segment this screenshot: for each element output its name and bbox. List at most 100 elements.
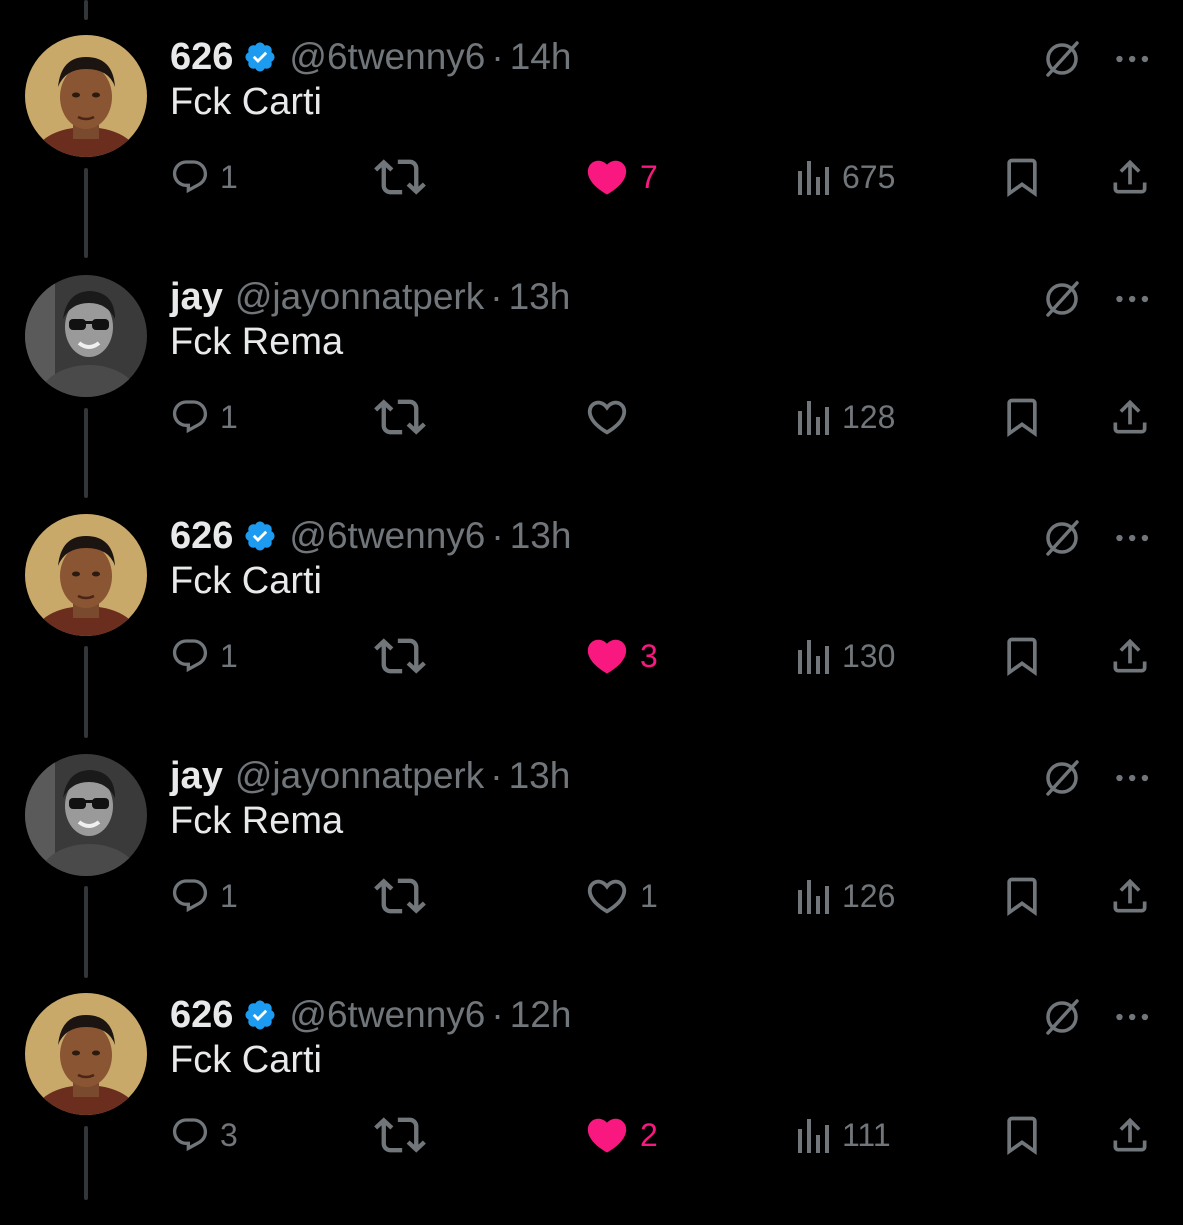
tweet[interactable]: jay @jayonnatperk · 13h Fck Rema xyxy=(0,267,1183,507)
action-bar: 1 128 xyxy=(0,387,1183,447)
views-button[interactable]: 675 xyxy=(796,147,895,207)
like-button[interactable]: 1 xyxy=(584,866,658,926)
bookmark-button[interactable] xyxy=(1000,387,1044,447)
grok-icon[interactable] xyxy=(1040,277,1084,321)
bookmark-icon xyxy=(1000,634,1044,678)
heart-icon xyxy=(584,1112,630,1158)
avatar[interactable] xyxy=(25,514,147,636)
share-icon xyxy=(1108,874,1152,918)
action-bar: 1 3 130 xyxy=(0,626,1183,686)
bookmark-button[interactable] xyxy=(1000,147,1044,207)
repost-icon xyxy=(374,870,426,922)
display-name[interactable]: 626 xyxy=(170,36,233,79)
bookmark-icon xyxy=(1000,874,1044,918)
share-button[interactable] xyxy=(1108,626,1152,686)
timestamp[interactable]: 13h xyxy=(509,276,571,318)
timestamp[interactable]: 13h xyxy=(509,755,571,797)
views-icon xyxy=(796,636,832,676)
timestamp[interactable]: 12h xyxy=(510,994,572,1036)
reply-button[interactable]: 1 xyxy=(170,387,238,447)
more-icon[interactable] xyxy=(1112,997,1156,1037)
like-button[interactable]: 7 xyxy=(584,147,658,207)
bookmark-button[interactable] xyxy=(1000,626,1044,686)
more-icon[interactable] xyxy=(1112,758,1156,798)
user-handle[interactable]: @6twenny6 xyxy=(289,994,485,1036)
display-name[interactable]: jay xyxy=(170,276,223,319)
user-handle[interactable]: @6twenny6 xyxy=(289,36,485,78)
reply-button[interactable]: 3 xyxy=(170,1105,238,1165)
share-icon xyxy=(1108,634,1152,678)
more-icon[interactable] xyxy=(1112,279,1156,319)
avatar[interactable] xyxy=(25,754,147,876)
thread-line xyxy=(84,0,88,20)
tweet-text: Fck Carti xyxy=(170,560,322,602)
views-icon xyxy=(796,397,832,437)
repost-button[interactable] xyxy=(374,866,426,926)
like-button[interactable] xyxy=(584,387,640,447)
tweet[interactable]: 626 @6twenny6 · 12h Fck Carti 3 2 111 xyxy=(0,985,1183,1225)
timestamp[interactable]: 14h xyxy=(510,36,572,78)
reply-button[interactable]: 1 xyxy=(170,866,238,926)
action-bar: 1 7 675 xyxy=(0,147,1183,207)
user-handle[interactable]: @jayonnatperk xyxy=(235,276,484,318)
more-icon[interactable] xyxy=(1112,518,1156,558)
separator-dot: · xyxy=(490,276,503,317)
bookmark-icon xyxy=(1000,1113,1044,1157)
share-icon xyxy=(1108,395,1152,439)
timestamp[interactable]: 13h xyxy=(510,515,572,557)
display-name[interactable]: 626 xyxy=(170,994,233,1037)
user-handle[interactable]: @jayonnatperk xyxy=(235,755,484,797)
view-count: 128 xyxy=(842,398,896,435)
grok-icon[interactable] xyxy=(1040,516,1084,560)
heart-icon xyxy=(584,873,630,919)
display-name[interactable]: jay xyxy=(170,755,223,798)
grok-icon[interactable] xyxy=(1040,37,1084,81)
reply-icon xyxy=(170,636,210,676)
tweet[interactable]: 626 @6twenny6 · 13h Fck Carti 1 3 130 xyxy=(0,506,1183,746)
action-bar: 1 1 126 xyxy=(0,866,1183,926)
like-button[interactable]: 2 xyxy=(584,1105,658,1165)
share-button[interactable] xyxy=(1108,1105,1152,1165)
repost-button[interactable] xyxy=(374,387,426,447)
reply-icon xyxy=(170,157,210,197)
repost-button[interactable] xyxy=(374,147,426,207)
repost-icon xyxy=(374,151,426,203)
views-button[interactable]: 128 xyxy=(796,387,895,447)
bookmark-button[interactable] xyxy=(1000,866,1044,926)
views-button[interactable]: 126 xyxy=(796,866,895,926)
share-button[interactable] xyxy=(1108,387,1152,447)
tweet-header: jay @jayonnatperk · 13h xyxy=(170,746,570,806)
repost-icon xyxy=(374,391,426,443)
like-count: 7 xyxy=(640,158,658,195)
tweet[interactable]: jay @jayonnatperk · 13h Fck Rema xyxy=(0,746,1183,986)
avatar[interactable] xyxy=(25,35,147,157)
tweet[interactable]: 626 @6twenny6 · 14h Fck Carti 1 7 675 xyxy=(0,27,1183,267)
user-handle[interactable]: @6twenny6 xyxy=(289,515,485,557)
tweet-header: 626 @6twenny6 · 13h xyxy=(170,506,571,566)
separator-dot: · xyxy=(491,994,504,1035)
views-button[interactable]: 130 xyxy=(796,626,895,686)
repost-button[interactable] xyxy=(374,626,426,686)
separator-dot: · xyxy=(490,755,503,796)
display-name[interactable]: 626 xyxy=(170,515,233,558)
reply-button[interactable]: 1 xyxy=(170,626,238,686)
verified-badge-icon xyxy=(243,998,277,1032)
avatar[interactable] xyxy=(25,275,147,397)
avatar[interactable] xyxy=(25,993,147,1115)
heart-icon xyxy=(584,394,630,440)
bookmark-button[interactable] xyxy=(1000,1105,1044,1165)
bookmark-icon xyxy=(1000,395,1044,439)
repost-icon xyxy=(374,630,426,682)
reply-count: 3 xyxy=(220,1116,238,1153)
share-button[interactable] xyxy=(1108,147,1152,207)
grok-icon[interactable] xyxy=(1040,756,1084,800)
reply-button[interactable]: 1 xyxy=(170,147,238,207)
share-button[interactable] xyxy=(1108,866,1152,926)
like-count: 1 xyxy=(640,877,658,914)
reply-icon xyxy=(170,1115,210,1155)
views-button[interactable]: 111 xyxy=(796,1105,891,1165)
repost-button[interactable] xyxy=(374,1105,426,1165)
like-button[interactable]: 3 xyxy=(584,626,658,686)
grok-icon[interactable] xyxy=(1040,995,1084,1039)
more-icon[interactable] xyxy=(1112,39,1156,79)
